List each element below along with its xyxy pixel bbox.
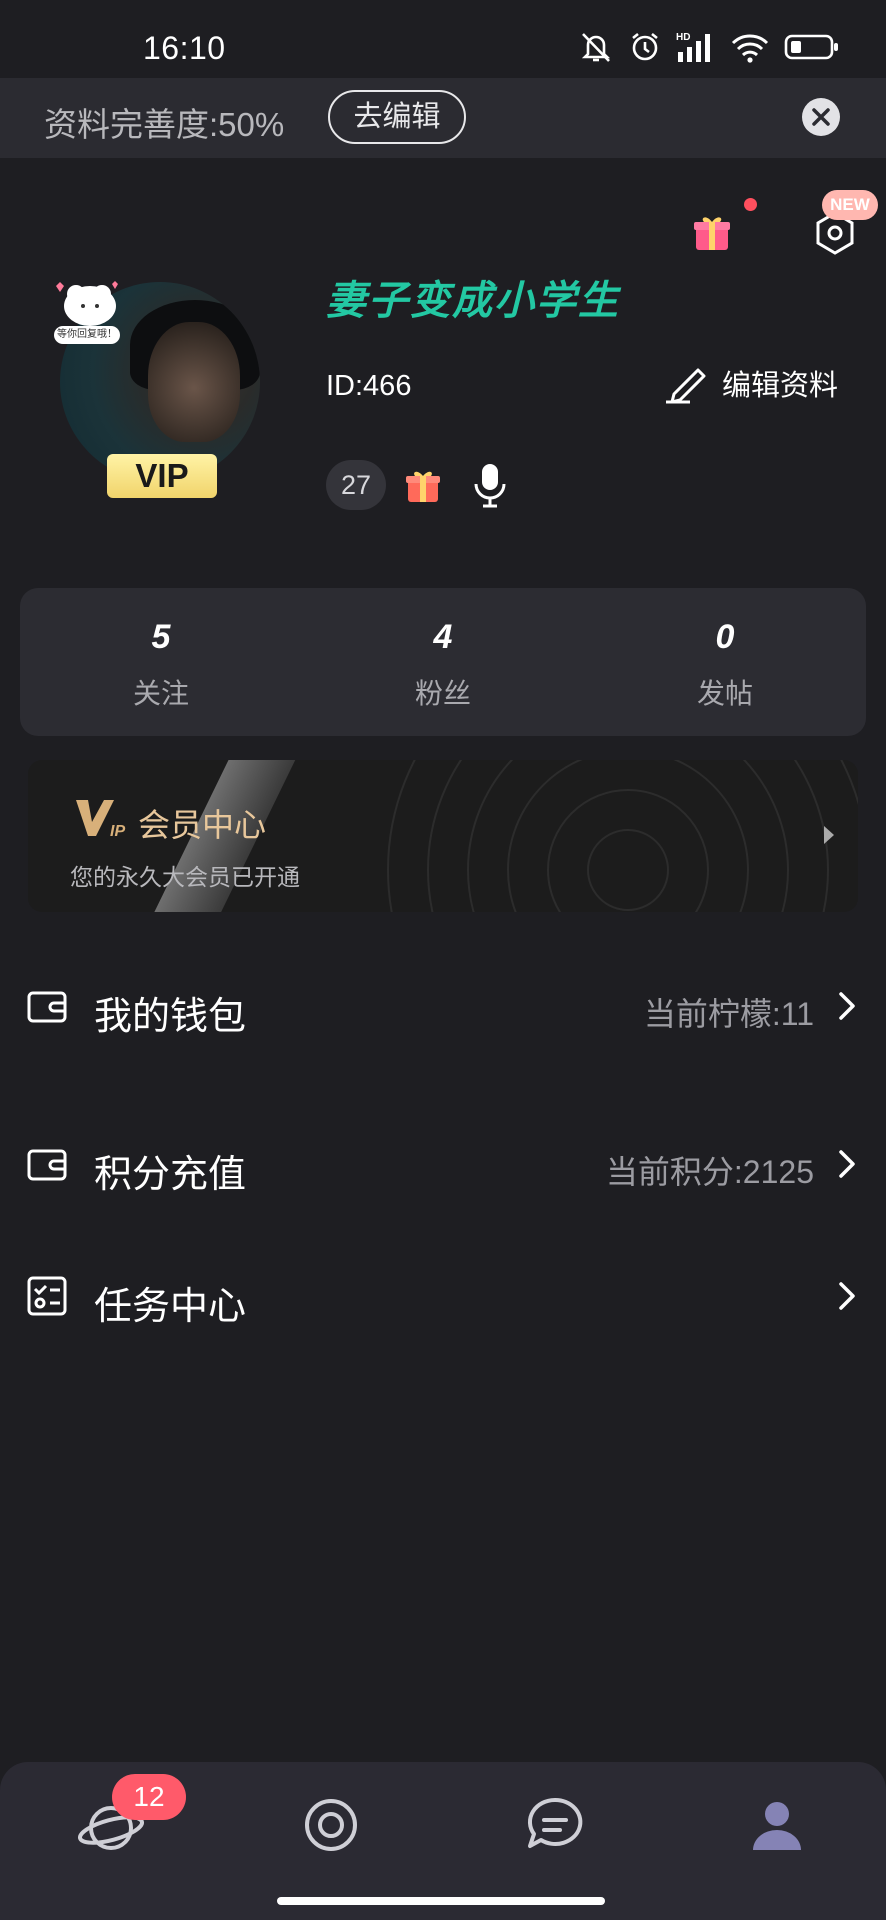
banner-close-button[interactable] [802, 98, 840, 136]
stat-label: 关注 [132, 678, 189, 709]
vip-center-card[interactable]: IP 会员中心 您的永久大会员已开通 [28, 760, 858, 912]
stat-following[interactable]: 5 关注 [20, 588, 302, 736]
profile-icon[interactable] [742, 1790, 812, 1860]
gift-icon[interactable] [692, 212, 732, 252]
nickname: 妻子变成小学生 [326, 279, 620, 323]
menu-label: 任务中心 [94, 1286, 247, 1328]
stat-value: 0 [715, 618, 735, 656]
stat-fans[interactable]: 4 粉丝 [302, 588, 584, 736]
avatar-container[interactable]: 等你回复哦！ VIP [54, 281, 260, 498]
status-bar: 16:10 HD [0, 0, 886, 78]
discover-icon[interactable] [296, 1790, 366, 1860]
go-edit-button[interactable]: 去编辑 [328, 90, 466, 144]
level-badge: 27 [326, 460, 386, 510]
stat-label: 发帖 [696, 678, 753, 709]
vip-logo-icon: IP [76, 800, 125, 840]
pencil-icon [666, 368, 706, 404]
stat-value: 5 [151, 618, 171, 656]
edit-profile-button[interactable]: 编辑资料 [664, 362, 838, 404]
stats-panel: 5 关注 4 粉丝 0 发帖 [20, 588, 866, 736]
mute-bell-icon [581, 33, 611, 62]
battery-icon [784, 34, 838, 60]
status-time: 16:10 [143, 30, 226, 66]
menu-row-task-center[interactable]: 任务中心 [0, 1245, 886, 1345]
stat-posts[interactable]: 0 发帖 [584, 588, 866, 736]
menu-label: 积分充值 [94, 1154, 247, 1196]
new-badge: NEW [822, 190, 878, 220]
vip-center-title: 会员中心 [138, 807, 267, 843]
gift-badge-icon [406, 471, 440, 502]
profile-completion-banner: 资料完善度:50% 去编辑 [0, 78, 886, 158]
close-icon [812, 108, 830, 126]
edit-profile-label: 编辑资料 [722, 370, 839, 402]
user-id: ID:466 [326, 370, 412, 402]
wallet-icon [27, 991, 67, 1023]
avatar-face [148, 322, 240, 442]
home-indicator [277, 1897, 605, 1905]
tab-badge: 12 [112, 1774, 186, 1820]
message-icon[interactable] [520, 1790, 590, 1860]
menu-value: 当前积分:2125 [605, 1154, 814, 1190]
alarm-icon [632, 32, 658, 61]
menu-label: 我的钱包 [94, 996, 247, 1038]
task-checklist-icon [27, 1276, 67, 1316]
chevron-right-icon [839, 1150, 855, 1178]
vip-center-subtitle: 您的永久大会员已开通 [70, 864, 300, 890]
stat-value: 4 [433, 618, 453, 656]
menu-row-wallet[interactable]: 我的钱包 当前柠檬:11 [0, 955, 886, 1055]
play-arrow-icon [824, 826, 834, 844]
microphone-icon [474, 464, 506, 508]
vip-tag: VIP [107, 454, 217, 498]
wallet-icon [27, 1149, 67, 1181]
svg-text:HD: HD [676, 32, 690, 43]
status-icons: HD [578, 30, 840, 64]
sticker-label: 等你回复哦！ [54, 326, 120, 344]
profile-screen: 16:10 HD 资料完善度:50% 去编辑 NEW 等你回复哦！ VIP 妻子… [0, 0, 886, 1920]
menu-row-points-recharge[interactable]: 积分充值 当前积分:2125 [0, 1113, 886, 1213]
completion-text: 资料完善度:50% [44, 106, 285, 143]
chevron-right-icon [839, 1282, 855, 1310]
notification-dot [744, 198, 757, 211]
stat-label: 粉丝 [414, 678, 471, 709]
menu-value: 当前柠檬:11 [643, 996, 814, 1032]
chevron-right-icon [839, 992, 855, 1020]
hd-signal-icon: HD [676, 32, 710, 62]
svg-text:IP: IP [110, 823, 125, 840]
wifi-icon [731, 34, 769, 63]
